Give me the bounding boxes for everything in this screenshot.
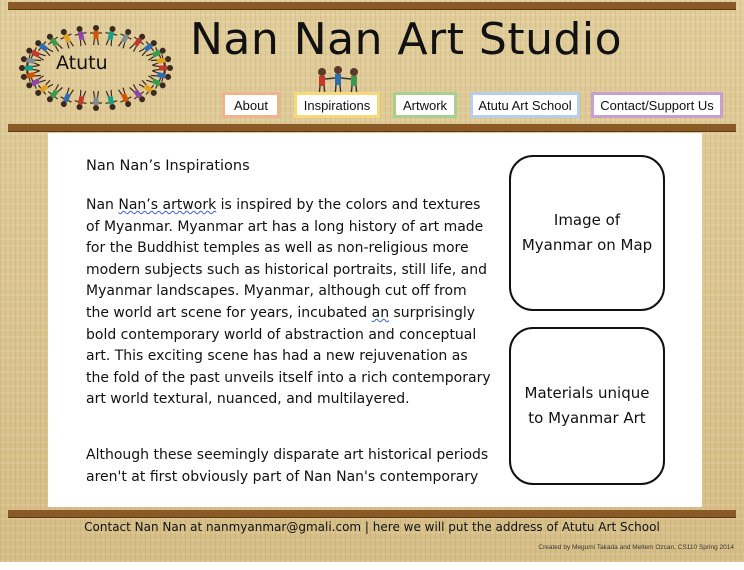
nav-contact-support-button[interactable]: Contact/Support Us <box>591 92 723 118</box>
para-text-middle: is inspired by the colors and textures o… <box>86 197 487 321</box>
header-divider <box>8 124 736 131</box>
site-title: Nan Nan Art Studio <box>190 14 623 65</box>
page-heading: Nan Nan’s Inspirations <box>86 158 250 174</box>
para-text-start: Nan <box>86 197 119 213</box>
logo-text: Atutu <box>56 52 108 74</box>
footer-credit: Created by Megumi Takada and Meltem Ozca… <box>538 544 734 551</box>
second-paragraph: Although these seemingly disparate art h… <box>86 447 489 485</box>
nav-inspirations-button[interactable]: Inspirations <box>294 92 380 118</box>
footer-contact-text: Contact Nan Nan at nanmyanmar@gmali.com … <box>84 520 660 534</box>
page: Atutu Nan Nan Art Studio About Inspirati… <box>0 0 744 562</box>
image-placeholder-myanmar-map: Image of Myanmar on Map <box>509 155 665 311</box>
footer-divider <box>8 510 736 517</box>
nav-about-button[interactable]: About <box>222 92 280 118</box>
spellcheck-flagged-text: Nan’s artwork <box>118 197 217 213</box>
nav-atutu-art-school-button[interactable]: Atutu Art School <box>470 92 580 118</box>
image-placeholder-materials: Materials unique to Myanmar Art <box>509 327 665 485</box>
top-divider <box>8 2 736 9</box>
inspirations-paragraph: Nan Nan’s artwork is inspired by the col… <box>86 195 494 411</box>
spellcheck-flagged-word: an <box>371 304 390 321</box>
nav-artwork-button[interactable]: Artwork <box>393 92 457 118</box>
content-panel: Nan Nan’s Inspirations Nan Nan’s artwork… <box>48 133 702 507</box>
